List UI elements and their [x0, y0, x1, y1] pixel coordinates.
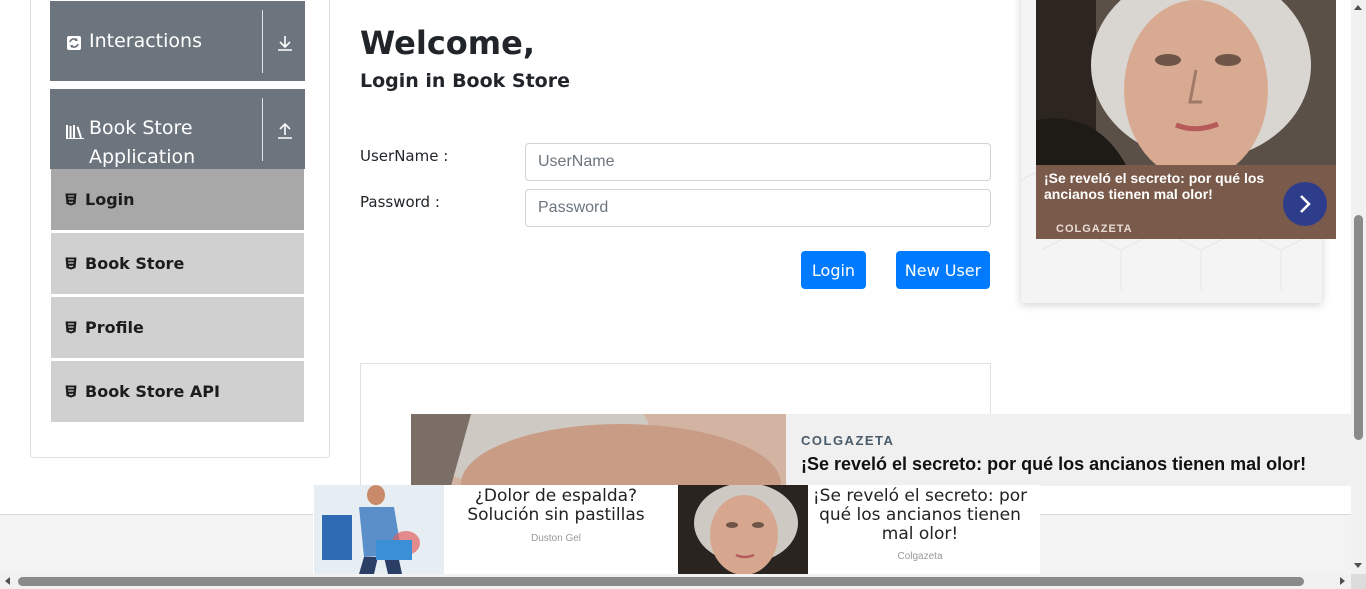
- scroll-left-arrow-icon[interactable]: [5, 577, 10, 585]
- group-divider: [262, 10, 263, 73]
- vertical-scrollbar[interactable]: [1351, 0, 1366, 574]
- sidebar-item-profile[interactable]: Profile: [51, 297, 304, 359]
- password-input[interactable]: [525, 189, 991, 227]
- sidebar-item-login[interactable]: Login: [51, 169, 304, 231]
- sidebar-item-label: Book Store API: [85, 382, 220, 401]
- books-icon: [66, 125, 84, 139]
- page-title: Welcome,: [360, 24, 535, 62]
- ad-thumb-elderly-woman: [678, 485, 808, 574]
- bottom-ad-1-title: ¿Dolor de espalda? Solución sin pastilla…: [467, 486, 645, 525]
- refresh-icon: [67, 36, 81, 50]
- html5-icon: [65, 321, 77, 334]
- page-subtitle: Login in Book Store: [360, 70, 570, 92]
- scroll-down-arrow-icon[interactable]: [1354, 563, 1362, 568]
- vertical-scroll-thumb[interactable]: [1354, 215, 1363, 440]
- password-label: Password :: [360, 193, 440, 211]
- sidebar-item-label: Book Store: [85, 254, 185, 273]
- sticky-ad-brand: COLGAZETA: [801, 433, 895, 448]
- group-divider: [262, 98, 263, 161]
- sticky-ad-headline: ¡Se reveló el secreto: por qué los ancia…: [801, 454, 1307, 474]
- scrollbar-corner: [1351, 574, 1366, 589]
- group-label-book-store-line2: Application: [89, 146, 196, 168]
- right-ad-headline: ¡Se reveló el secreto: por qué los ancia…: [1044, 170, 1265, 202]
- ad-photo-elderly-woman: [411, 414, 786, 486]
- new-user-button[interactable]: New User: [896, 251, 990, 289]
- ad-photo-elderly-woman: [1036, 0, 1336, 165]
- right-ad[interactable]: ¡Se reveló el secreto: por qué los ancia…: [1036, 0, 1336, 239]
- horizontal-scroll-thumb[interactable]: [18, 577, 1304, 586]
- group-label-book-store-line1: Book Store: [89, 117, 193, 139]
- login-button[interactable]: Login: [801, 251, 866, 289]
- upload-arrow-icon: [278, 122, 292, 139]
- bottom-ad-2-source: Colgazeta: [897, 551, 943, 562]
- bottom-ad-2-title: ¡Se reveló el secreto: por qué los ancia…: [812, 486, 1028, 544]
- sidebar-item-label: Profile: [85, 318, 144, 337]
- horizontal-scrollbar[interactable]: [0, 574, 1351, 589]
- group-header-book-store-application[interactable]: Book Store Application: [50, 89, 305, 169]
- bottom-ad-strip[interactable]: ¿Dolor de espalda? Solución sin pastilla…: [313, 485, 1040, 574]
- chevron-right-icon: [1300, 195, 1311, 213]
- scroll-right-arrow-icon[interactable]: [1340, 577, 1345, 585]
- ad-thumb-back-pain: [314, 485, 444, 574]
- sidebar-item-book-store[interactable]: Book Store: [51, 233, 304, 295]
- sticky-ad-banner[interactable]: COLGAZETA ¡Se reveló el secreto: por qué…: [411, 414, 1351, 486]
- sidebar-item-label: Login: [85, 190, 135, 209]
- html5-icon: [65, 193, 77, 206]
- group-header-interactions[interactable]: Interactions: [50, 1, 305, 81]
- download-arrow-icon: [278, 36, 292, 51]
- ad-next-button[interactable]: [1283, 182, 1327, 226]
- group-label-interactions: Interactions: [89, 30, 202, 52]
- username-label: UserName :: [360, 147, 449, 165]
- scroll-up-arrow-icon[interactable]: [1354, 5, 1362, 10]
- right-ad-brand: COLGAZETA: [1056, 223, 1133, 235]
- sidebar-item-book-store-api[interactable]: Book Store API: [51, 361, 304, 423]
- html5-icon: [65, 257, 77, 270]
- username-input[interactable]: [525, 143, 991, 181]
- bottom-ad-1-source: Duston Gel: [530, 533, 582, 544]
- html5-icon: [65, 385, 77, 398]
